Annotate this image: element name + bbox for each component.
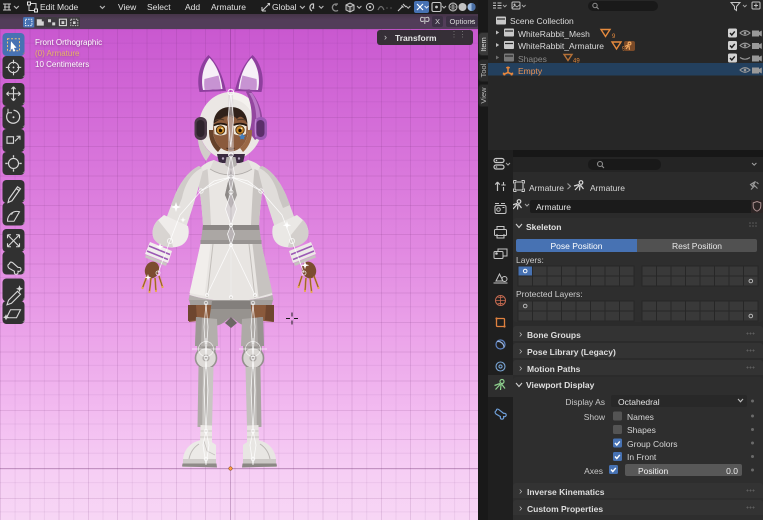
svg-text:49: 49 (573, 59, 580, 65)
svg-text:9: 9 (612, 34, 616, 40)
svg-text:X: X (435, 17, 440, 26)
